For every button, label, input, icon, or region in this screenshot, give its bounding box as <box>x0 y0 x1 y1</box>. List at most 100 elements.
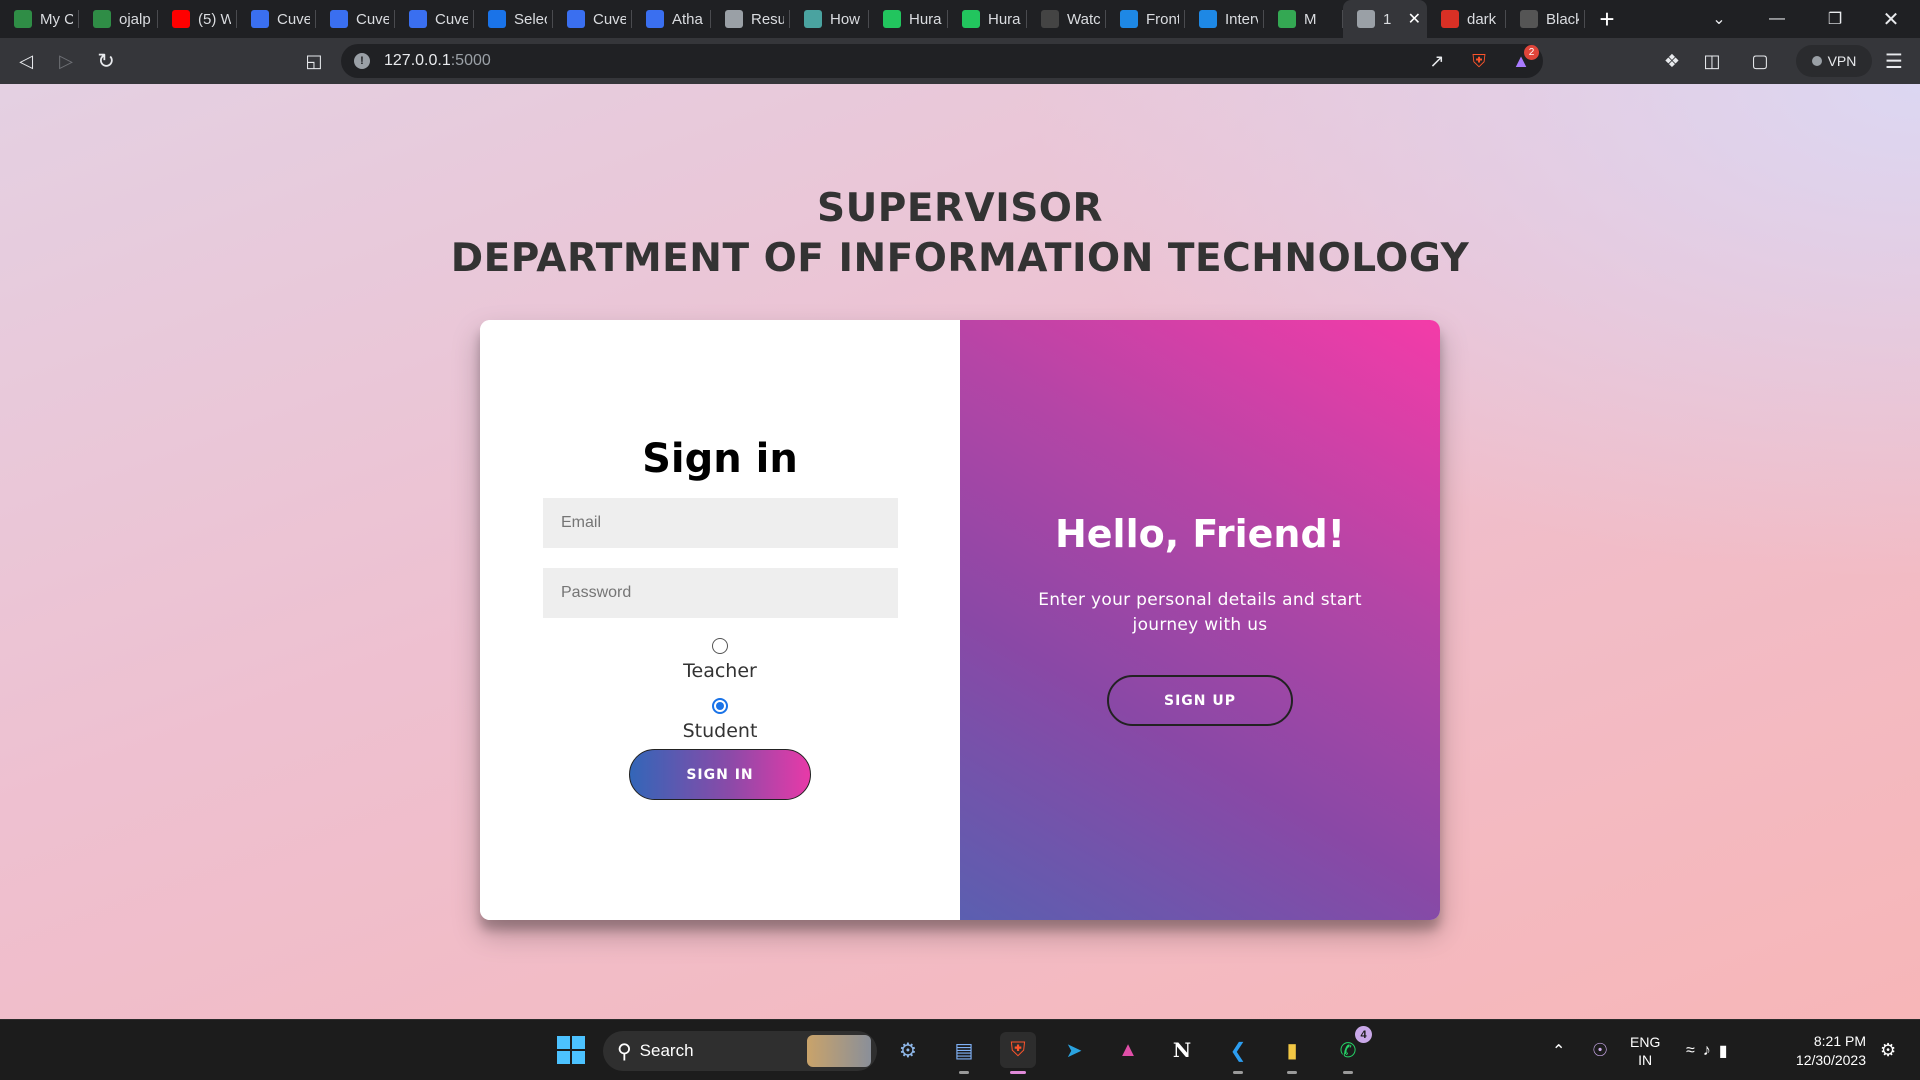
notification-icon[interactable]: ⚙ <box>1880 1020 1896 1080</box>
geeksforgeeks-icon <box>14 10 32 28</box>
sparkle-icon <box>1520 10 1538 28</box>
tab[interactable]: Selec <box>474 0 553 38</box>
microphone-icon[interactable]: ☉ <box>1592 1020 1608 1080</box>
extensions-icon[interactable]: ❖ <box>1658 47 1686 75</box>
w-icon <box>1041 10 1059 28</box>
tab-title: Selec <box>514 10 547 28</box>
battery-icon: ▮ <box>1718 1042 1728 1060</box>
whatsapp-icon[interactable]: ✆ 4 <box>1330 1026 1372 1074</box>
email-input[interactable] <box>543 498 898 548</box>
tab-active[interactable]: 1 ✕ <box>1343 0 1427 38</box>
tab-title: Interv <box>1225 10 1258 28</box>
close-window-button[interactable]: ✕ <box>1862 0 1920 38</box>
tab[interactable]: Watc <box>1027 0 1106 38</box>
tab-close-icon[interactable]: ✕ <box>1408 9 1421 29</box>
sidebar-icon[interactable]: ◫ <box>1698 47 1726 75</box>
signin-form: Sign in Teacher Student SIGN IN <box>480 320 960 920</box>
geeksforgeeks-icon <box>93 10 111 28</box>
tab[interactable]: Cuve <box>395 0 474 38</box>
restore-button[interactable]: ❐ <box>1806 0 1864 38</box>
settings-gear-icon[interactable]: ⚙ <box>890 1032 926 1068</box>
tab[interactable]: Black <box>1506 0 1585 38</box>
notion-icon[interactable]: N <box>1164 1032 1200 1068</box>
tab[interactable]: M <box>1264 0 1343 38</box>
brave-taskbar-icon[interactable]: ⛨ <box>1000 1032 1036 1074</box>
password-input[interactable] <box>543 568 898 618</box>
address-bar[interactable]: ! 127.0.0.1:5000 ↗ ⛨ ▲ 2 <box>341 44 1543 78</box>
url-port: :5000 <box>450 52 491 69</box>
tab[interactable]: dark <box>1427 0 1506 38</box>
system-tray-icons[interactable]: ≈ ♪ ▮ <box>1686 1020 1728 1080</box>
tab[interactable]: ojalp <box>79 0 158 38</box>
volume-icon: ♪ <box>1702 1041 1711 1059</box>
tab[interactable]: Atha <box>632 0 711 38</box>
vpn-button[interactable]: VPN <box>1796 45 1872 77</box>
signin-title: Sign in <box>642 436 798 482</box>
tab-title: (5) W <box>198 10 231 28</box>
tab[interactable]: (5) W <box>158 0 237 38</box>
clickup-icon[interactable]: ▲ <box>1110 1032 1146 1068</box>
minimize-button[interactable]: — <box>1748 0 1806 38</box>
back-icon[interactable]: ◁ <box>12 47 40 75</box>
tab[interactable]: Interv <box>1185 0 1264 38</box>
clock[interactable]: 8:21 PM 12/30/2023 <box>1784 1020 1866 1080</box>
bookmark-icon[interactable]: ◱ <box>300 47 328 75</box>
tab[interactable]: How <box>790 0 869 38</box>
telegram-icon[interactable]: ➤ <box>1056 1032 1092 1068</box>
wallet-icon[interactable]: ▢ <box>1746 47 1774 75</box>
notepad-icon[interactable]: ▤ <box>946 1032 982 1074</box>
sign-in-button[interactable]: SIGN IN <box>629 749 811 800</box>
vscode-icon[interactable]: ❮ <box>1220 1032 1256 1074</box>
tab[interactable]: Front <box>1106 0 1185 38</box>
address-url[interactable]: 127.0.0.1:5000 <box>384 52 491 70</box>
tab[interactable]: Hura <box>869 0 948 38</box>
meet-icon <box>1278 10 1296 28</box>
tab-title: M <box>1304 10 1317 28</box>
search-icon: ⚲ <box>617 1040 632 1063</box>
language-indicator[interactable]: ENG IN <box>1630 1020 1660 1080</box>
start-button[interactable] <box>553 1032 589 1068</box>
welcome-panel: Hello, Friend! Enter your personal detai… <box>960 320 1440 920</box>
tab-title: Resu <box>751 10 784 28</box>
k-icon <box>804 10 822 28</box>
new-tab-button[interactable]: + <box>1585 4 1629 35</box>
brave-shields-icon[interactable]: ⛨ <box>1465 47 1493 75</box>
menu-icon[interactable]: ☰ <box>1880 47 1908 75</box>
tab-title: Black <box>1546 10 1579 28</box>
brave-rewards-icon[interactable]: ▲ 2 <box>1507 45 1539 75</box>
cuvette-icon <box>330 10 348 28</box>
page-heading-line2: DEPARTMENT OF INFORMATION TECHNOLOGY <box>450 236 1470 281</box>
rewards-badge: 2 <box>1524 45 1539 60</box>
sign-up-button[interactable]: SIGN UP <box>1107 675 1293 726</box>
tab[interactable]: My C <box>0 0 79 38</box>
teacher-radio[interactable] <box>712 638 728 654</box>
shield-icon <box>1441 10 1459 28</box>
tab-title: ojalp <box>119 10 151 28</box>
reload-icon[interactable]: ↻ <box>92 47 120 75</box>
huramat-icon <box>883 10 901 28</box>
youtube-icon <box>172 10 190 28</box>
tab-title: Front <box>1146 10 1179 28</box>
tab-title: Cuve <box>356 10 389 28</box>
tab-search-chevron-icon[interactable]: ⌄ <box>1690 0 1748 38</box>
url-host: 127.0.0.1 <box>384 52 451 69</box>
share-icon[interactable]: ↗ <box>1423 47 1451 75</box>
tab[interactable]: Hura <box>948 0 1027 38</box>
tab-title: Hura <box>988 10 1021 28</box>
tab-title: dark <box>1467 10 1497 28</box>
whatsapp-badge: 4 <box>1355 1026 1372 1043</box>
tab[interactable]: Cuve <box>553 0 632 38</box>
tab[interactable]: Cuve <box>237 0 316 38</box>
file-explorer-icon[interactable]: ▮ <box>1274 1032 1310 1074</box>
tab[interactable]: Resu <box>711 0 790 38</box>
tab-title: Watc <box>1067 10 1100 28</box>
chrome-c-icon <box>488 10 506 28</box>
forward-icon[interactable]: ▷ <box>52 47 80 75</box>
is-icon <box>1120 10 1138 28</box>
tray-overflow-chevron-icon[interactable]: ⌃ <box>1552 1020 1565 1080</box>
browser-tab-strip: My C ojalp (5) W Cuve Cuve Cuve Selec Cuve Atha R… <box>0 0 1920 38</box>
student-radio[interactable] <box>712 698 728 714</box>
taskbar-search[interactable]: ⚲ Search <box>603 1031 877 1071</box>
tab[interactable]: Cuve <box>316 0 395 38</box>
site-info-icon[interactable]: ! <box>354 53 370 69</box>
